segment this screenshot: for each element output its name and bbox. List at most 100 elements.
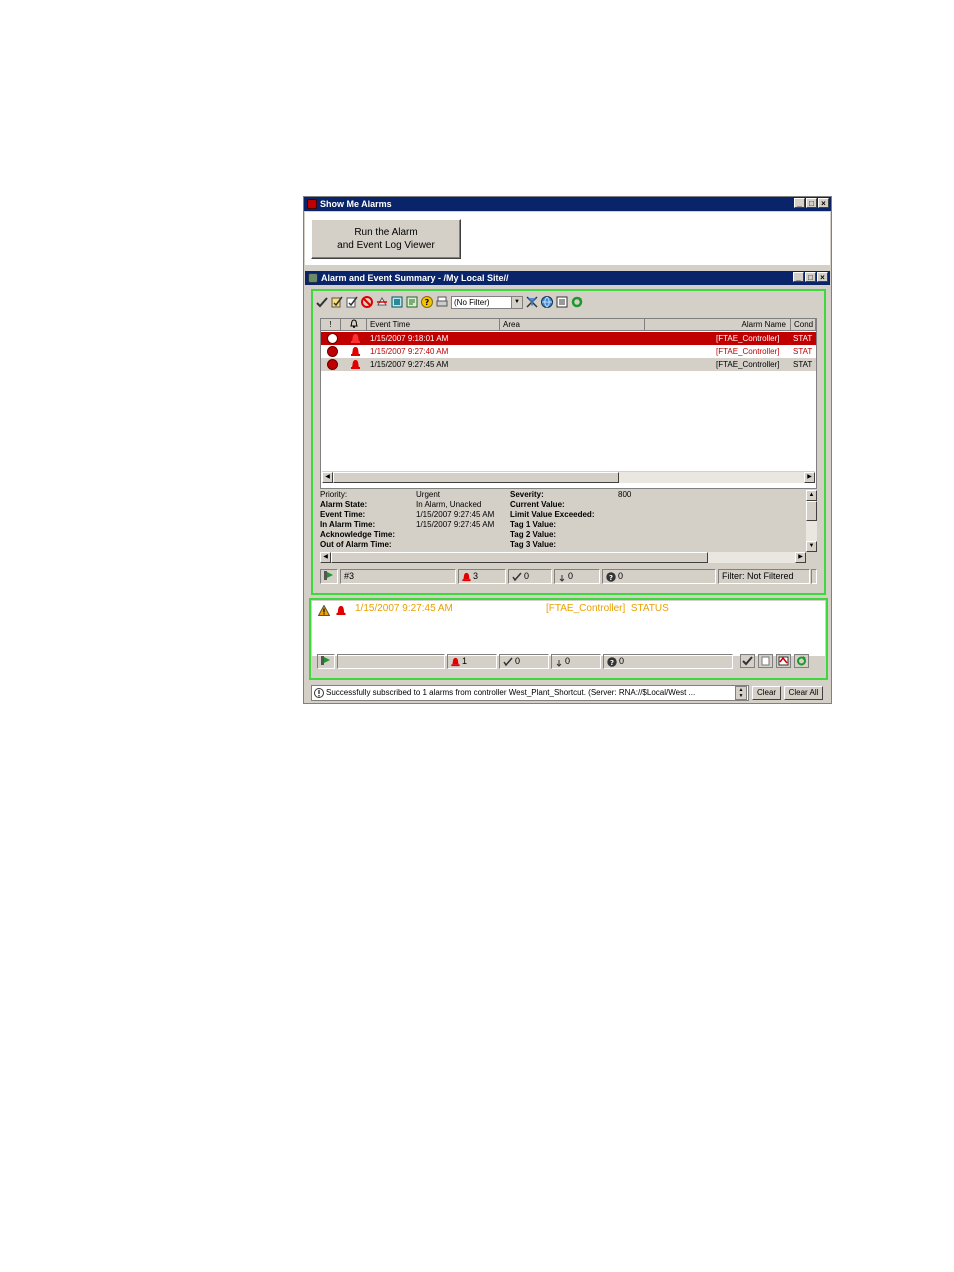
table-horizontal-scrollbar[interactable]: ◀ ▶: [322, 471, 815, 483]
details-vertical-scrollbar[interactable]: ▲ ▼: [806, 490, 817, 552]
bell-icon: [350, 319, 358, 328]
in-alarm-bell-icon: [462, 572, 471, 581]
message-text-field[interactable]: Successfully subscribed to 1 alarms from…: [311, 685, 749, 701]
status-suppressed-cell: 0: [554, 569, 600, 584]
message-spin-control[interactable]: ▲ ▼: [735, 686, 747, 700]
summary-toolbar: ? (No Filter) ▼: [316, 293, 583, 311]
summary-minimize-button[interactable]: _: [793, 272, 804, 282]
row-event-time: 1/15/2007 9:27:40 AM: [370, 347, 449, 356]
table-row[interactable]: 1/15/2007 9:18:01 AM [FTAE_Controller] S…: [321, 332, 816, 345]
alarm-details-panel: Priority: Urgent Alarm State: In Alarm, …: [320, 490, 817, 570]
acknowledge-page-icon[interactable]: [331, 296, 343, 308]
banner-message[interactable]: [FTAE_Controller] STATUS: [546, 603, 669, 614]
column-header-area[interactable]: Area: [500, 319, 645, 331]
status-in-alarm-count: 3: [473, 571, 479, 581]
run-log-viewer-button[interactable]: Run the Alarm and Event Log Viewer: [311, 219, 461, 259]
details-scroll-left-icon[interactable]: ◀: [320, 552, 331, 563]
status-filter-cell: Filter: Not Filtered: [718, 569, 810, 584]
banner-connection-cell: [317, 654, 335, 669]
banner-silence-icon[interactable]: [758, 654, 773, 668]
row-event-time: 1/15/2007 9:18:01 AM: [370, 334, 449, 343]
alarm-banner: 1/15/2007 9:27:45 AM [FTAE_Controller] S…: [312, 601, 825, 656]
row-cond: STAT: [793, 360, 813, 369]
refresh-icon[interactable]: [571, 296, 583, 308]
acknowledge-all-icon[interactable]: [346, 296, 358, 308]
summary-maximize-button[interactable]: □: [805, 272, 816, 282]
summary-titlebar[interactable]: Alarm and Event Summary - /My Local Site…: [305, 271, 830, 285]
table-row[interactable]: 1/15/2007 9:27:40 AM [FTAE_Controller] S…: [321, 345, 816, 358]
detail-event-time-label: Event Time:: [320, 510, 366, 519]
banner-refresh-icon[interactable]: [794, 654, 809, 668]
info-icon: [314, 688, 324, 698]
row-event-time: 1/15/2007 9:27:45 AM: [370, 360, 449, 369]
column-header-state[interactable]: [341, 319, 367, 331]
banner-unknown-cell: ? 0: [603, 654, 733, 669]
column-header-priority[interactable]: !: [321, 319, 341, 331]
run-panel: Run the Alarm and Event Log Viewer: [305, 212, 830, 265]
show-details-icon[interactable]: [391, 296, 403, 308]
banner-in-alarm-bell-icon: [451, 657, 460, 666]
maximize-button[interactable]: □: [806, 198, 817, 208]
banner-event-time[interactable]: 1/15/2007 9:27:45 AM: [355, 603, 453, 614]
alarm-bell-icon: [351, 360, 360, 369]
scroll-right-arrow-icon[interactable]: ▶: [804, 472, 815, 483]
status-total-cell: #3: [340, 569, 456, 584]
scroll-down-arrow-icon[interactable]: ▼: [806, 541, 817, 552]
priority-urgent-icon: [327, 346, 338, 357]
filter-select[interactable]: (No Filter) ▼: [451, 295, 523, 309]
details-scroll-right-icon[interactable]: ▶: [795, 552, 806, 563]
print-icon[interactable]: [436, 296, 448, 308]
clear-button[interactable]: Clear: [752, 686, 781, 700]
detail-alarm-state-value: In Alarm, Unacked: [416, 500, 482, 509]
detail-event-time-value: 1/15/2007 9:27:45 AM: [416, 510, 495, 519]
status-in-alarm-cell: 3: [458, 569, 506, 584]
column-header-event-time[interactable]: Event Time: [367, 319, 500, 331]
banner-suppressed-arrow-icon: [556, 659, 562, 667]
banner-connection-icon: [321, 656, 330, 665]
list-icon[interactable]: [556, 296, 568, 308]
banner-list-icon[interactable]: [776, 654, 791, 668]
help-icon[interactable]: ?: [421, 296, 433, 308]
clear-filter-icon[interactable]: [526, 296, 538, 308]
detail-tag2-label: Tag 2 Value:: [510, 530, 557, 539]
suppress-icon[interactable]: [376, 296, 388, 308]
app-icon: [307, 199, 317, 209]
scroll-left-arrow-icon[interactable]: ◀: [322, 472, 333, 483]
detail-tag3-label: Tag 3 Value:: [510, 540, 557, 549]
priority-urgent-icon: [327, 359, 338, 370]
close-button[interactable]: ×: [818, 198, 829, 208]
table-row[interactable]: 1/15/2007 9:27:45 AM [FTAE_Controller] S…: [321, 358, 816, 371]
details-hscroll-thumb[interactable]: [331, 552, 708, 563]
acknowledge-icon[interactable]: [316, 296, 328, 308]
window-titlebar[interactable]: Show Me Alarms _ □ ×: [304, 197, 831, 211]
column-header-cond[interactable]: Cond: [791, 319, 816, 331]
scroll-up-arrow-icon[interactable]: ▲: [806, 490, 817, 501]
detail-severity-value: 800: [618, 490, 632, 499]
clear-all-button[interactable]: Clear All: [784, 686, 823, 700]
window-title: Show Me Alarms: [320, 199, 392, 209]
banner-acknowledge-icon[interactable]: [740, 654, 755, 668]
svg-text:?: ?: [609, 574, 613, 582]
status-acked-count: 0: [524, 571, 530, 581]
banner-status-bar: 1 0 0 ? 0: [317, 653, 822, 669]
banner-unknown-count: 0: [619, 656, 625, 666]
column-header-alarm-name[interactable]: Alarm Name: [645, 319, 791, 331]
status-unknown-cell: ? 0: [602, 569, 716, 584]
details-horizontal-scrollbar[interactable]: ◀ ▶: [320, 552, 806, 563]
svg-text:?: ?: [610, 659, 614, 667]
summary-close-button[interactable]: ×: [817, 272, 828, 282]
details-scroll-thumb[interactable]: [806, 501, 817, 521]
minimize-button[interactable]: _: [794, 198, 805, 208]
properties-icon[interactable]: [406, 296, 418, 308]
message-text: Successfully subscribed to 1 alarms from…: [326, 688, 696, 697]
detail-in-alarm-time-value: 1/15/2007 9:27:45 AM: [416, 520, 495, 529]
detail-priority-value: Urgent: [416, 490, 441, 499]
disable-icon[interactable]: [361, 296, 373, 308]
banner-suppressed-count: 0: [565, 656, 571, 666]
show-me-alarms-window: Show Me Alarms _ □ × Run the Alarm and E…: [303, 196, 832, 704]
global-icon[interactable]: [541, 296, 553, 308]
status-unknown-count: 0: [618, 571, 624, 581]
scroll-thumb[interactable]: [333, 472, 619, 483]
message-bar: Successfully subscribed to 1 alarms from…: [311, 685, 827, 701]
summary-status-bar: #3 3 0 0 ? 0 Filter: Not Filtered: [320, 568, 817, 584]
